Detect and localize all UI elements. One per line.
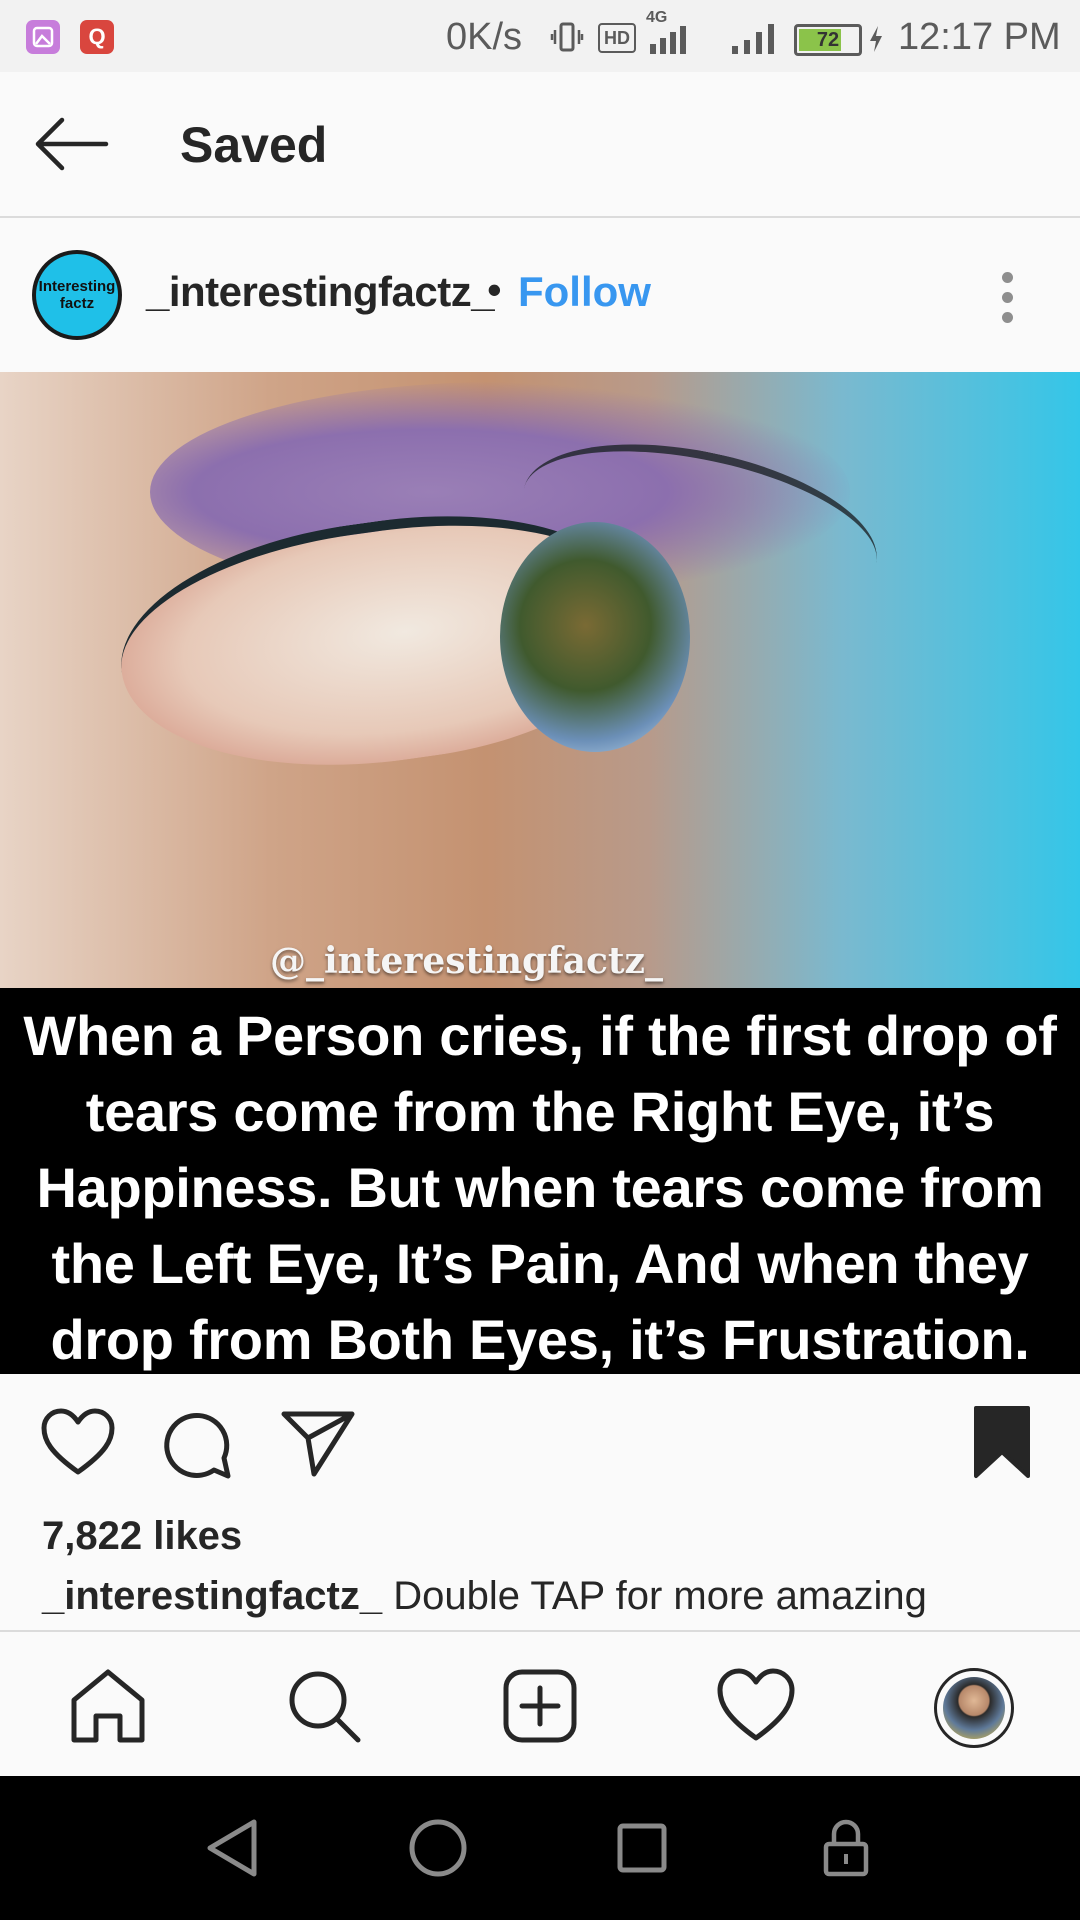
post-header: Interesting factz _interestingfactz_ • F… — [0, 218, 1080, 370]
hd-badge: HD — [598, 23, 636, 53]
status-time: 12:17 PM — [898, 16, 1061, 58]
comment-icon[interactable] — [162, 1408, 234, 1480]
system-navigation-bar — [0, 1776, 1080, 1920]
bottom-navigation — [0, 1630, 1080, 1778]
home-icon[interactable] — [68, 1666, 148, 1746]
new-post-icon[interactable] — [500, 1666, 580, 1746]
caption-username[interactable]: _interestingfactz_ — [42, 1574, 382, 1618]
account-avatar[interactable]: Interesting factz — [32, 250, 122, 340]
q-app-icon: Q — [80, 20, 114, 54]
share-send-icon[interactable] — [280, 1408, 356, 1478]
search-icon[interactable] — [284, 1666, 364, 1746]
profile-avatar[interactable] — [934, 1668, 1014, 1748]
recents-square-icon[interactable] — [610, 1816, 674, 1880]
avatar-logo-line2: factz — [59, 295, 95, 312]
signal-icon — [650, 26, 706, 54]
post-username[interactable]: _interestingfactz_ — [146, 268, 495, 316]
battery-level: 72 — [816, 29, 840, 51]
activity-heart-icon[interactable] — [716, 1666, 796, 1746]
follow-button[interactable]: Follow — [518, 268, 651, 316]
lock-icon[interactable] — [814, 1816, 878, 1880]
status-bar: Q 0K/s HD 4G 72 12:17 PM — [0, 0, 1080, 72]
profile-photo — [943, 1677, 1005, 1739]
more-options-icon[interactable] — [996, 270, 1020, 326]
battery-icon: 72 — [794, 24, 862, 56]
vibrate-icon — [550, 20, 584, 54]
likes-count[interactable]: 7,822 likes — [42, 1514, 242, 1559]
arrow-left-icon[interactable] — [32, 112, 110, 176]
back-triangle-icon[interactable] — [202, 1816, 266, 1880]
post-actions — [0, 1374, 1080, 1520]
network-type: 4G — [646, 9, 668, 26]
image-watermark: @_interestingfactz_ — [270, 940, 663, 982]
gallery-app-icon — [26, 20, 60, 54]
avatar-logo-line1: Interesting — [38, 278, 116, 295]
charging-icon — [866, 24, 886, 54]
bookmark-saved-icon[interactable] — [972, 1404, 1032, 1480]
signal-icon-2 — [730, 22, 780, 54]
network-speed: 0K/s — [446, 16, 523, 58]
home-circle-icon[interactable] — [406, 1816, 470, 1880]
post-image[interactable]: @_interestingfactz_ — [0, 372, 1080, 988]
post-quote-box[interactable]: When a Person cries, if the first drop o… — [0, 988, 1080, 1374]
like-heart-icon[interactable] — [40, 1408, 116, 1478]
avatar-logo: Interesting factz — [36, 254, 118, 336]
caption-text: Double TAP for more amazing — [393, 1574, 927, 1618]
post-caption: _interestingfactz_ Double TAP for more a… — [42, 1574, 927, 1619]
page-title: Saved — [180, 117, 328, 173]
top-header: Saved — [0, 72, 1080, 218]
post-quote-text: When a Person cries, if the first drop o… — [23, 1004, 1057, 1371]
separator-dot: • — [487, 266, 502, 313]
